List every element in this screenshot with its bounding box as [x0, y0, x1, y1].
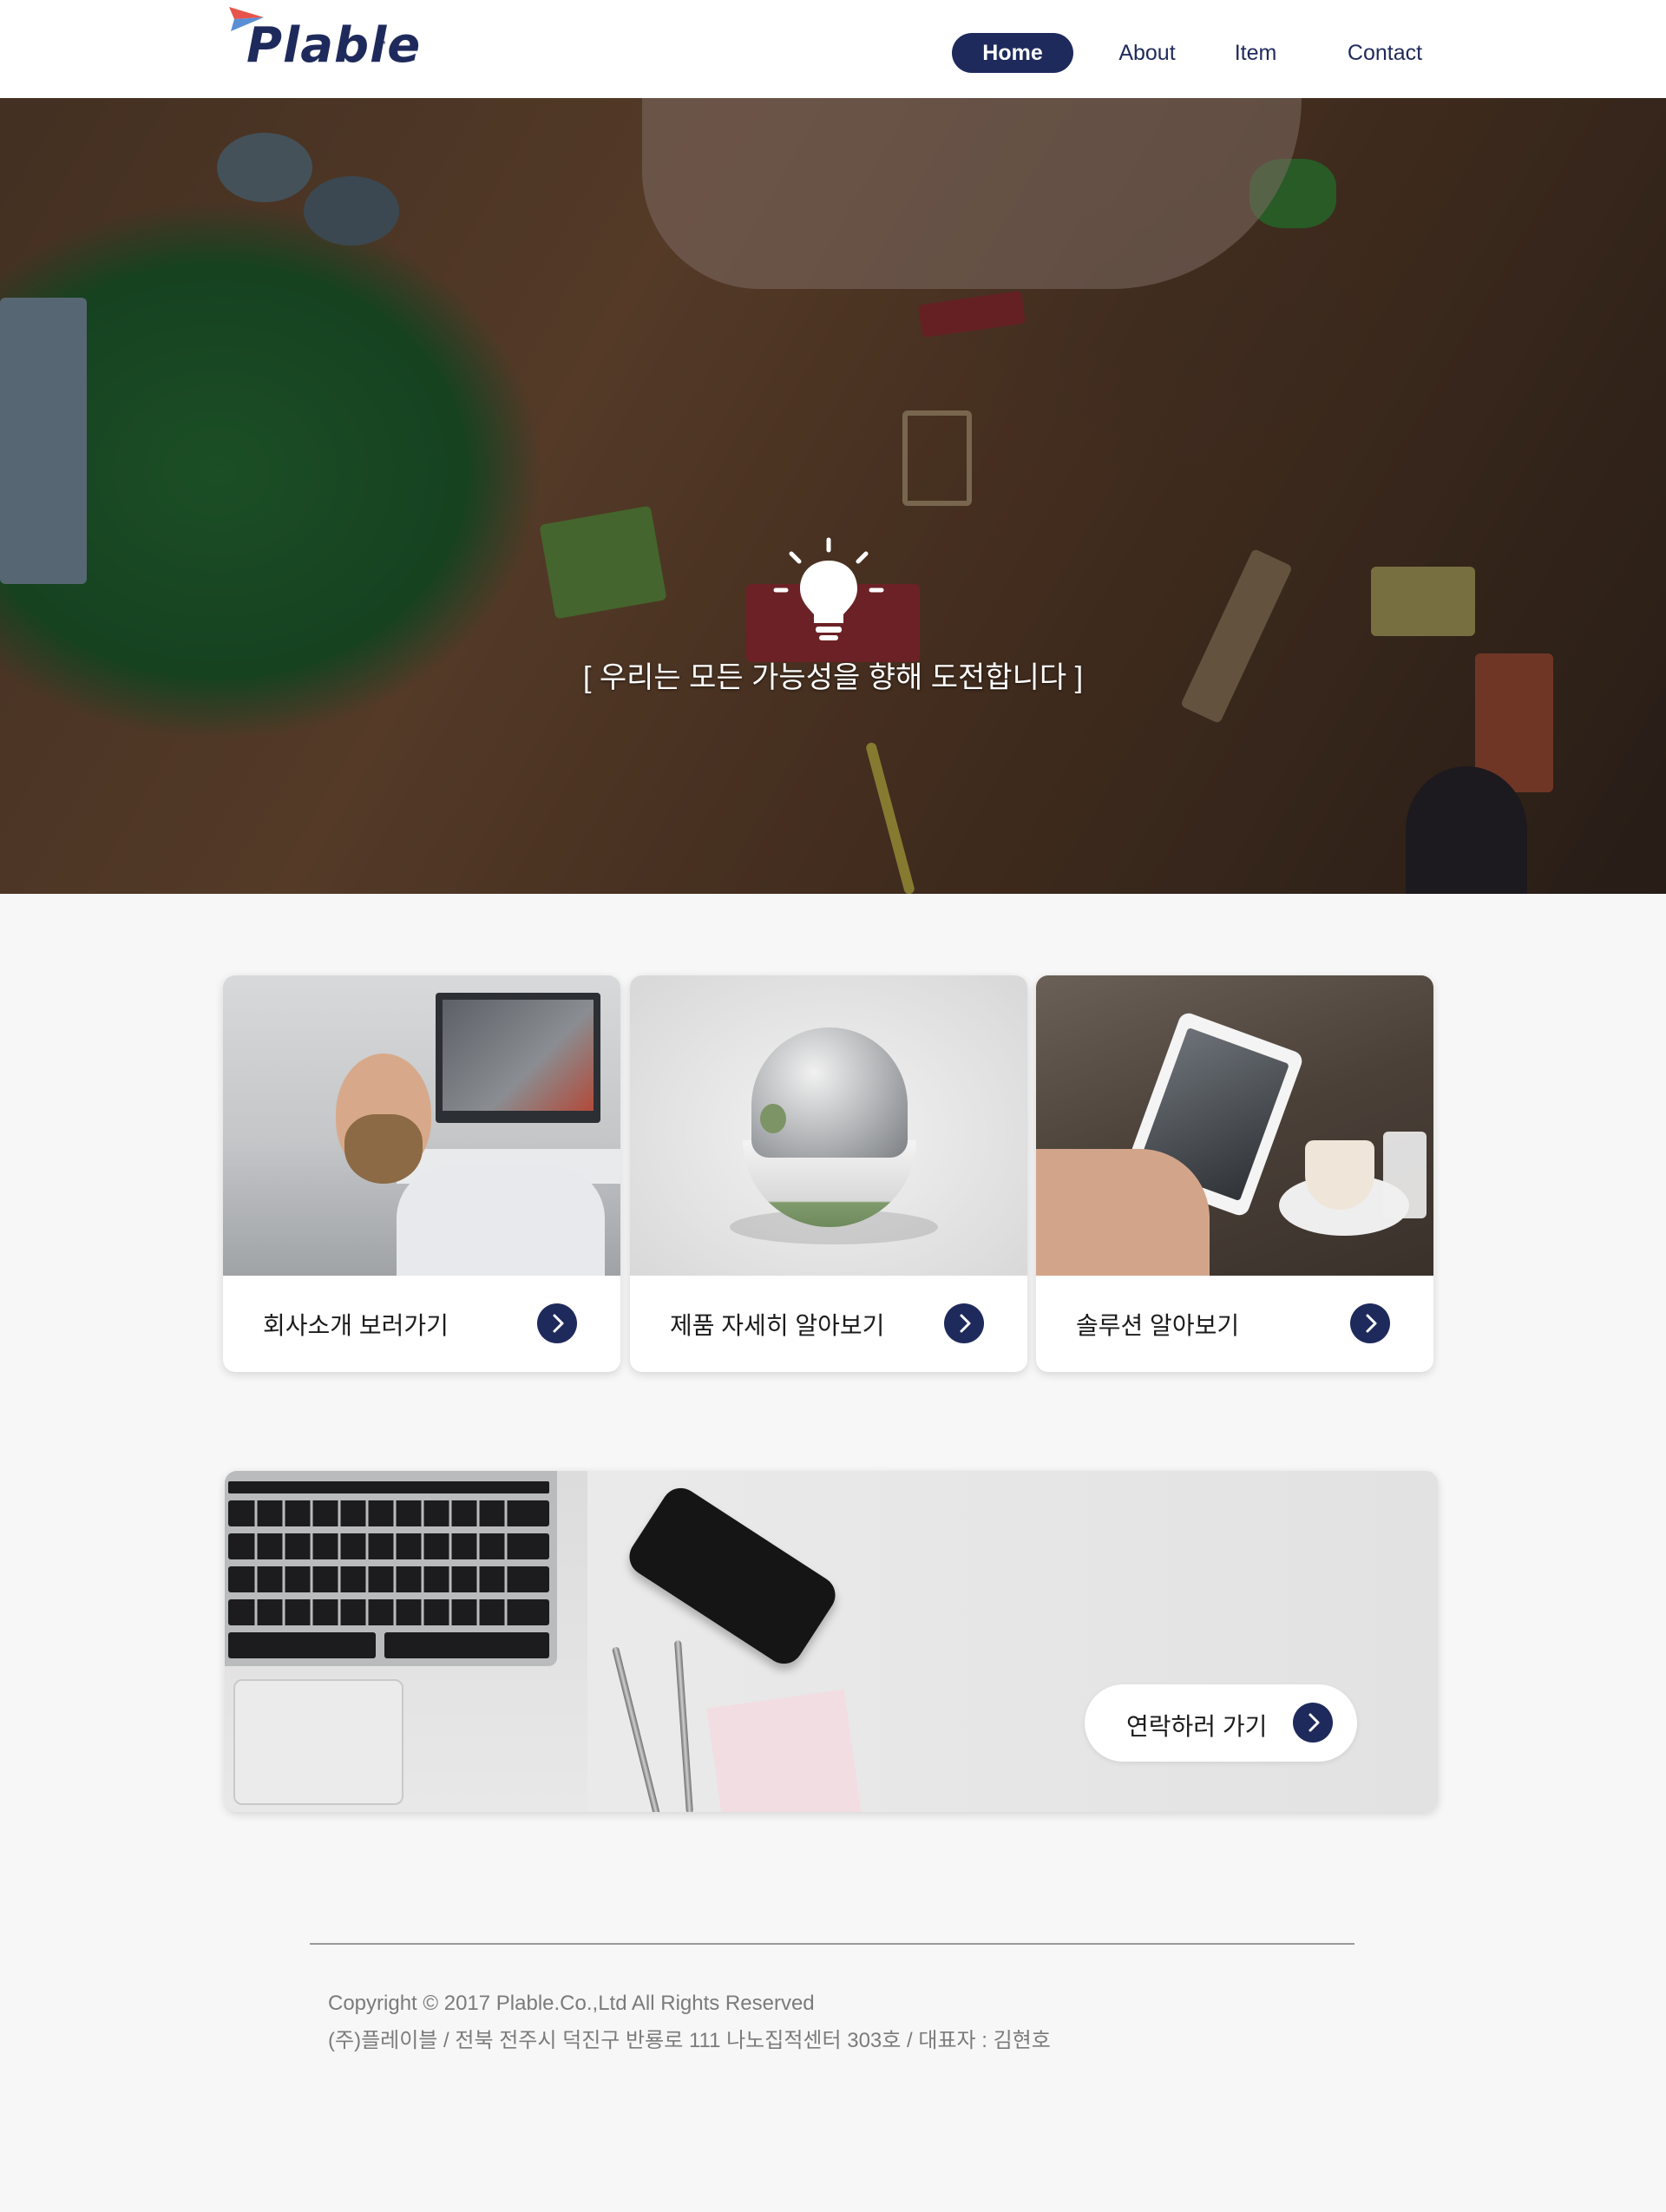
card-image-product	[630, 975, 1027, 1276]
banner-laptop	[225, 1471, 587, 1812]
contact-arrow-button[interactable]	[1293, 1703, 1333, 1743]
person-shirt	[397, 1166, 605, 1276]
card-arrow-button[interactable]	[944, 1303, 984, 1343]
hero-tagline: [ 우리는 모든 가능성을 향해 도전합니다 ]	[582, 661, 1084, 694]
coffee-cup	[1305, 1140, 1374, 1210]
footer-copyright: Copyright © 2017 Plable.Co.,Ltd All Righ…	[328, 1992, 815, 2015]
logo-trademark: ™	[377, 40, 386, 50]
monitor-screen	[443, 1000, 594, 1111]
banner-pen	[674, 1639, 693, 1812]
card-company-intro[interactable]: 회사소개 보러가기	[223, 975, 620, 1372]
banner-phone	[622, 1480, 843, 1671]
person-beard	[344, 1114, 423, 1184]
hero-overlay	[0, 98, 1666, 894]
contact-button[interactable]: 연락하러 가기	[1085, 1684, 1357, 1762]
card-label: 회사소개 보러가기	[263, 1312, 449, 1339]
chevron-right-icon	[1309, 1713, 1320, 1732]
nav-about[interactable]: About	[1102, 33, 1192, 73]
lightbulb-icon	[773, 537, 884, 640]
laptop-trackpad	[233, 1679, 403, 1805]
product-dome	[751, 1027, 908, 1158]
banner-sticky-note	[706, 1689, 863, 1812]
keyboard-keys	[228, 1481, 549, 1658]
nav-item[interactable]: Item	[1219, 33, 1292, 73]
hand	[1036, 1149, 1210, 1276]
card-image-office	[223, 975, 620, 1276]
card-image-tablet	[1036, 975, 1433, 1276]
hero-banner: [ 우리는 모든 가능성을 향해 도전합니다 ]	[0, 98, 1666, 894]
card-arrow-button[interactable]	[1350, 1303, 1390, 1343]
footer-divider	[310, 1943, 1354, 1945]
chevron-right-icon	[1366, 1314, 1377, 1333]
sugar-jar	[1383, 1132, 1427, 1218]
plable-logo[interactable]: Plable ™	[227, 5, 420, 83]
card-solutions[interactable]: 솔루션 알아보기	[1036, 975, 1433, 1372]
contact-banner: 연락하러 가기	[225, 1471, 1438, 1812]
card-label: 솔루션 알아보기	[1076, 1312, 1240, 1339]
chevron-right-icon	[553, 1314, 564, 1333]
product-knob	[760, 1104, 786, 1133]
footer-company-info: (주)플레이블 / 전북 전주시 덕진구 반룡로 111 나노집적센터 303호…	[328, 2029, 1051, 2052]
contact-button-label: 연락하러 가기	[1126, 1713, 1268, 1740]
laptop-keyboard	[225, 1471, 557, 1666]
logo-wordmark: Plable	[246, 17, 422, 74]
banner-pen	[611, 1646, 661, 1812]
card-label: 제품 자세히 알아보기	[670, 1312, 885, 1339]
card-arrow-button[interactable]	[537, 1303, 577, 1343]
nav-home[interactable]: Home	[952, 33, 1073, 73]
card-product-details[interactable]: 제품 자세히 알아보기	[630, 975, 1027, 1372]
site-header: Plable ™ Home About Item Contact	[0, 0, 1666, 98]
chevron-right-icon	[960, 1314, 971, 1333]
nav-contact[interactable]: Contact	[1335, 33, 1435, 73]
